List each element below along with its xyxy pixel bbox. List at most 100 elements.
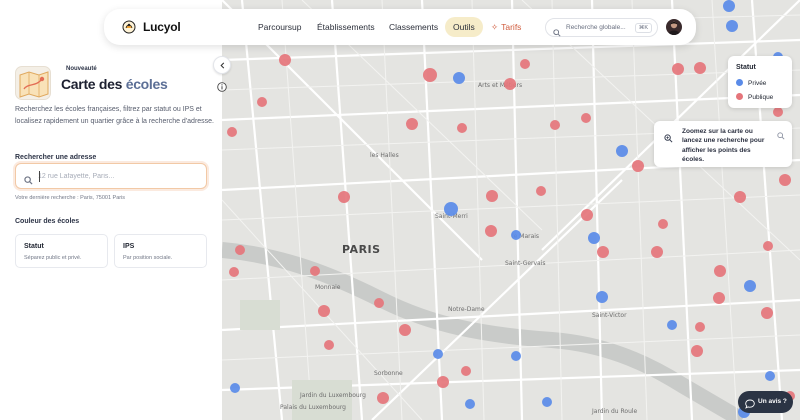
school-marker[interactable] (542, 397, 552, 407)
info-icon (217, 79, 227, 97)
school-marker[interactable] (761, 307, 773, 319)
school-marker[interactable] (504, 78, 516, 90)
address-input[interactable] (38, 169, 198, 184)
map-label: Notre-Dame (448, 306, 485, 313)
school-marker[interactable] (279, 54, 291, 66)
legend-item-privee: Privée (736, 79, 766, 87)
school-marker[interactable] (632, 160, 644, 172)
school-marker[interactable] (667, 320, 677, 330)
school-marker[interactable] (399, 324, 411, 336)
school-marker[interactable] (588, 232, 600, 244)
nav-etablissements[interactable]: Établissements (317, 22, 375, 32)
map-label: Saint-Gervais (505, 260, 546, 267)
school-marker[interactable] (444, 202, 458, 216)
zoom-hint-tooltip: Zoomez sur la carte ou lancez une recher… (654, 121, 792, 167)
chat-bubble-icon (745, 396, 755, 414)
school-marker[interactable] (433, 349, 443, 359)
school-marker[interactable] (457, 123, 467, 133)
legend-title: Statut (736, 64, 756, 71)
school-marker[interactable] (374, 298, 384, 308)
school-marker[interactable] (406, 118, 418, 130)
school-marker[interactable] (461, 366, 471, 376)
legend-label: Publique (748, 94, 774, 101)
school-marker[interactable] (465, 399, 475, 409)
school-marker[interactable] (377, 392, 389, 404)
school-marker[interactable] (596, 291, 608, 303)
nav-pricing[interactable]: ✧ Tarifs (491, 22, 521, 33)
map-label: Jardin du Luxembourg (300, 392, 366, 399)
school-marker[interactable] (229, 267, 239, 277)
feedback-button[interactable]: Un avis ? (738, 391, 793, 413)
page-description: Recherchez les écoles françaises, filtre… (15, 106, 215, 125)
school-marker[interactable] (779, 174, 791, 186)
card-title: IPS (123, 243, 135, 250)
color-option-status[interactable]: Statut Séparez public et privé. (15, 234, 108, 268)
school-marker[interactable] (723, 0, 735, 12)
school-marker[interactable] (324, 340, 334, 350)
nav-parcoursup[interactable]: Parcoursup (258, 22, 301, 32)
school-marker[interactable] (726, 20, 738, 32)
school-marker[interactable] (520, 59, 530, 69)
school-marker[interactable] (581, 209, 593, 221)
global-search[interactable]: Recherche globale... ⌘K (545, 18, 658, 37)
school-marker[interactable] (486, 190, 498, 202)
legend-item-publique: Publique (736, 93, 773, 101)
title-main: Carte des (61, 76, 126, 92)
map-label: Palais du Luxembourg (280, 404, 346, 411)
school-marker[interactable] (672, 63, 684, 75)
text-caret (39, 171, 40, 182)
card-subtitle: Séparez public et privé. (24, 255, 82, 261)
school-marker[interactable] (318, 305, 330, 317)
info-button[interactable] (216, 82, 228, 94)
legend-swatch (736, 79, 743, 86)
school-marker[interactable] (773, 107, 783, 117)
school-marker[interactable] (536, 186, 546, 196)
school-marker[interactable] (597, 246, 609, 258)
school-marker[interactable] (765, 371, 775, 381)
school-marker[interactable] (230, 383, 240, 393)
school-marker[interactable] (616, 145, 628, 157)
collapse-panel-button[interactable] (213, 56, 231, 74)
school-marker[interactable] (550, 120, 560, 130)
avatar[interactable] (666, 19, 682, 35)
school-marker[interactable] (511, 351, 521, 361)
school-marker[interactable] (485, 225, 497, 237)
school-marker[interactable] (691, 345, 703, 357)
nav-classements[interactable]: Classements (389, 22, 438, 32)
color-option-ips[interactable]: IPS Par position sociale. (114, 234, 207, 268)
school-map[interactable]: PARIS Arts et Métiers les Halles Saint-M… (222, 0, 800, 420)
brand-name[interactable]: Lucyol (143, 20, 181, 34)
school-marker[interactable] (658, 219, 668, 229)
school-marker[interactable] (763, 241, 773, 251)
logo-icon[interactable] (122, 20, 136, 34)
shortcut-hint: ⌘K (634, 23, 652, 33)
top-navigation: Lucyol Parcoursup Établissements Classem… (104, 9, 696, 45)
card-title: Statut (24, 243, 44, 250)
school-marker[interactable] (453, 72, 465, 84)
map-label: Saint-Victor (592, 312, 627, 319)
school-marker[interactable] (437, 376, 449, 388)
school-marker[interactable] (695, 322, 705, 332)
tooltip-text: Zoomez sur la carte ou lancez une recher… (682, 128, 765, 163)
school-marker[interactable] (734, 191, 746, 203)
school-marker[interactable] (714, 265, 726, 277)
school-marker[interactable] (744, 280, 756, 292)
school-marker[interactable] (338, 191, 350, 203)
nav-outils[interactable]: Outils (445, 17, 483, 37)
search-icon (777, 127, 785, 145)
school-marker[interactable] (511, 230, 521, 240)
school-marker[interactable] (227, 127, 237, 137)
school-marker[interactable] (310, 266, 320, 276)
school-marker[interactable] (257, 97, 267, 107)
school-marker[interactable] (581, 113, 591, 123)
map-label: Monnaie (315, 284, 341, 291)
school-marker[interactable] (651, 246, 663, 258)
address-search[interactable] (15, 163, 207, 189)
left-panel: Nouveauté Carte des écoles Recherchez le… (0, 0, 222, 420)
school-marker[interactable] (713, 292, 725, 304)
school-marker[interactable] (235, 245, 245, 255)
school-marker[interactable] (423, 68, 437, 82)
school-marker[interactable] (694, 62, 706, 74)
legend-swatch (736, 93, 743, 100)
map-label: Jardin du Roule (592, 408, 638, 415)
